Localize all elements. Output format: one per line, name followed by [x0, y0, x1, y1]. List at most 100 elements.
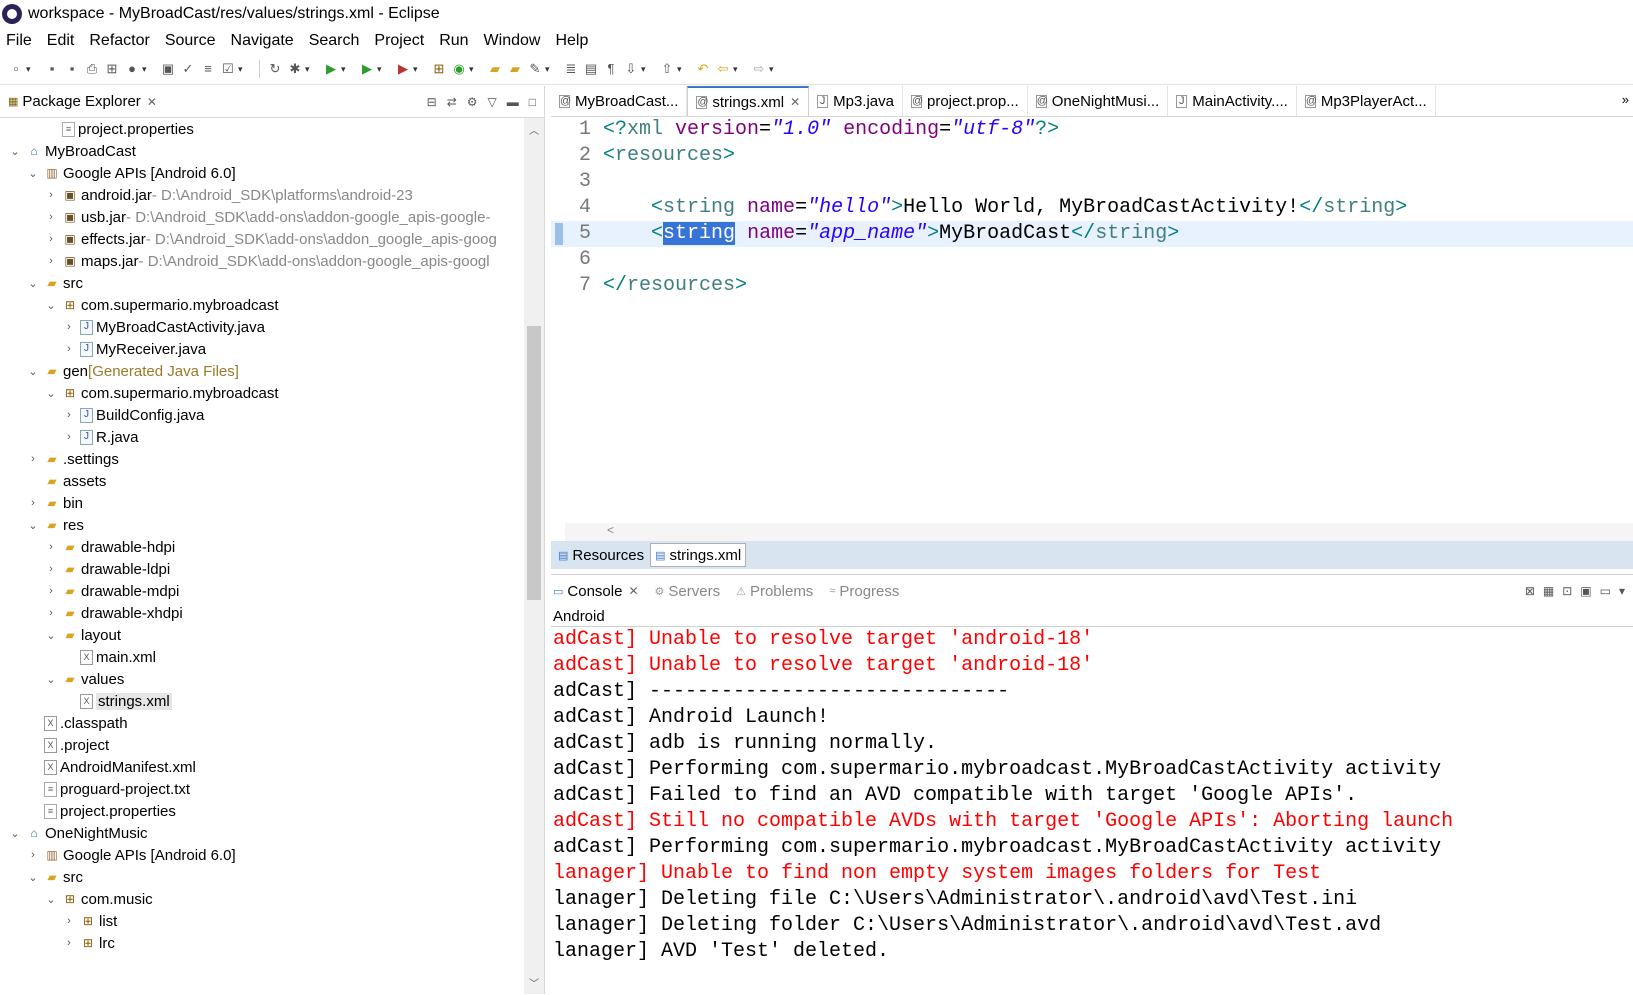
tree-item[interactable]: ⌄ ▰ res — [0, 514, 524, 536]
menu-help[interactable]: Help — [555, 32, 588, 50]
block-selection-icon[interactable]: ▤ — [583, 61, 599, 77]
editor-tab[interactable]: @ project.prop... — [903, 86, 1028, 116]
external-dropdown-icon[interactable]: ▾ — [413, 61, 423, 77]
tree-item[interactable]: › ▣ usb.jar - D:\Android_SDK\add-ons\addon… — [0, 206, 524, 228]
tree-item[interactable]: ⌄ ▰ gen [Generated Java Files] — [0, 360, 524, 382]
close-icon[interactable]: ✕ — [628, 584, 638, 598]
tree-scrollbar[interactable]: ︿ ﹀ — [524, 118, 544, 994]
prev-annotation-dropdown-icon[interactable]: ▾ — [677, 61, 687, 77]
tree-item[interactable]: X AndroidManifest.xml — [0, 756, 524, 778]
package-explorer-tab[interactable]: ▦ Package Explorer ✕ — [0, 93, 165, 110]
editor-hscrollbar[interactable]: < — [565, 523, 1633, 541]
close-icon[interactable]: ✕ — [790, 95, 800, 109]
next-annotation-dropdown-icon[interactable]: ▾ — [641, 61, 651, 77]
editor-subtab[interactable]: ▤ strings.xml — [650, 543, 747, 567]
last-edit-icon[interactable]: ↶ — [695, 61, 711, 77]
tree-item[interactable]: X .classpath — [0, 712, 524, 734]
prev-annotation-icon[interactable]: ⇧ — [659, 61, 675, 77]
expanded-chevron-icon[interactable]: ⌄ — [26, 277, 40, 290]
menu-navigate[interactable]: Navigate — [231, 32, 294, 50]
editor-tab[interactable]: J Mp3.java — [809, 86, 903, 116]
collapsed-chevron-icon[interactable]: › — [26, 497, 40, 509]
expanded-chevron-icon[interactable]: ⌄ — [26, 365, 40, 378]
task-dropdown-icon[interactable]: ▾ — [238, 61, 248, 77]
forward-icon[interactable]: ⇨ — [751, 61, 767, 77]
debug-icon[interactable]: ✱ — [287, 61, 303, 77]
collapsed-chevron-icon[interactable]: › — [26, 453, 40, 465]
collapsed-chevron-icon[interactable]: › — [44, 189, 58, 201]
tree-item[interactable]: ⌄ ⌂ OneNightMusic — [0, 822, 524, 844]
scroll-left-icon[interactable]: < — [607, 523, 614, 537]
collapsed-chevron-icon[interactable]: › — [62, 915, 76, 927]
collapsed-chevron-icon[interactable]: › — [62, 343, 76, 355]
open-folder-icon[interactable]: ▰ — [507, 61, 523, 77]
console-tab-servers[interactable]: ⚙ Servers — [655, 583, 721, 600]
save-all-icon[interactable]: ▪ — [64, 61, 80, 77]
collapsed-chevron-icon[interactable]: › — [44, 563, 58, 575]
tree-item[interactable]: ⌄ ⊞ com.supermario.mybroadcast — [0, 294, 524, 316]
search-dropdown-icon[interactable]: ▾ — [545, 61, 555, 77]
tree-item[interactable]: ≡ proguard-project.txt — [0, 778, 524, 800]
display-console-icon[interactable]: ▭ — [1600, 584, 1611, 598]
close-icon[interactable]: ✕ — [147, 95, 157, 109]
tree-item[interactable]: ⌄ ▰ layout — [0, 624, 524, 646]
menu-search[interactable]: Search — [309, 32, 360, 50]
scroll-down-icon[interactable]: ﹀ — [524, 975, 544, 990]
refresh-icon[interactable]: ↻ — [267, 61, 283, 77]
menu-refactor[interactable]: Refactor — [89, 32, 149, 50]
back-dropdown-icon[interactable]: ▾ — [733, 61, 743, 77]
collapsed-chevron-icon[interactable]: › — [44, 585, 58, 597]
tree-item[interactable]: X .project — [0, 734, 524, 756]
task-icon[interactable]: ☑ — [220, 61, 236, 77]
collapsed-chevron-icon[interactable]: › — [62, 321, 76, 333]
collapsed-chevron-icon[interactable]: › — [44, 255, 58, 267]
open-console-icon[interactable]: ▣ — [1580, 584, 1591, 598]
tree-item[interactable]: ▰ assets — [0, 470, 524, 492]
expanded-chevron-icon[interactable]: ⌄ — [44, 893, 58, 906]
tree-item[interactable]: ⌄ ▰ src — [0, 866, 524, 888]
tree-item[interactable]: › J MyReceiver.java — [0, 338, 524, 360]
console-dropdown-icon[interactable]: ▾ — [1619, 584, 1625, 598]
forward-dropdown-icon[interactable]: ▾ — [769, 61, 779, 77]
tree-item[interactable]: › ⊞ list — [0, 910, 524, 932]
collapsed-chevron-icon[interactable]: › — [44, 211, 58, 223]
tree-item[interactable]: › ▰ drawable-xhdpi — [0, 602, 524, 624]
collapsed-chevron-icon[interactable]: › — [44, 541, 58, 553]
console-tab-problems[interactable]: ⚠ Problems — [736, 583, 813, 600]
new-class-icon[interactable]: ◉ — [451, 61, 467, 77]
scroll-up-icon[interactable]: ︿ — [524, 122, 544, 137]
expanded-chevron-icon[interactable]: ⌄ — [26, 167, 40, 180]
android-xml-icon[interactable]: ≡ — [200, 61, 216, 77]
avd-manager-icon[interactable]: ▣ — [160, 61, 176, 77]
collapse-all-icon[interactable]: ⊟ — [427, 95, 437, 109]
tree-item[interactable]: › ▰ drawable-hdpi — [0, 536, 524, 558]
run-dropdown-icon[interactable]: ▾ — [341, 61, 351, 77]
external-tools-icon[interactable]: ▶ — [395, 61, 411, 77]
tree-item[interactable]: ≡ project.properties — [0, 118, 524, 140]
tree-item[interactable]: › J R.java — [0, 426, 524, 448]
menu-window[interactable]: Window — [484, 32, 541, 50]
expanded-chevron-icon[interactable]: ⌄ — [44, 299, 58, 312]
link-editor-icon[interactable]: ⇄ — [447, 95, 457, 109]
new-package-icon[interactable]: ⊞ — [431, 61, 447, 77]
collapsed-chevron-icon[interactable]: › — [62, 409, 76, 421]
tree-item[interactable]: › J BuildConfig.java — [0, 404, 524, 426]
tree-item[interactable]: ⌄ ▰ values — [0, 668, 524, 690]
clear-console-icon[interactable]: ⊠ — [1525, 584, 1535, 598]
console-tab-progress[interactable]: ≈ Progress — [829, 583, 899, 600]
menu-source[interactable]: Source — [165, 32, 216, 50]
tree-item[interactable]: › ▣ maps.jar - D:\Android_SDK\add-ons\addo… — [0, 250, 524, 272]
collapsed-chevron-icon[interactable]: › — [62, 937, 76, 949]
toggle-mark-icon[interactable]: ≣ — [563, 61, 579, 77]
more-tabs-icon[interactable]: » — [1622, 92, 1629, 107]
tree-item[interactable]: ⌄ ▰ src — [0, 272, 524, 294]
tree-item[interactable]: ⌄ ⊞ com.music — [0, 888, 524, 910]
console-tab-console[interactable]: ▭ Console ✕ — [553, 583, 639, 600]
tree-item[interactable]: Xmain.xml — [0, 646, 524, 668]
save-icon[interactable]: ▪ — [44, 61, 60, 77]
run-icon[interactable]: ▶ — [323, 61, 339, 77]
tree-item[interactable]: › J MyBroadCastActivity.java — [0, 316, 524, 338]
editor-tab[interactable]: @ OneNightMusi... — [1028, 86, 1169, 116]
back-icon[interactable]: ⇦ — [715, 61, 731, 77]
tree-item[interactable]: › ▥ Google APIs [Android 6.0] — [0, 844, 524, 866]
